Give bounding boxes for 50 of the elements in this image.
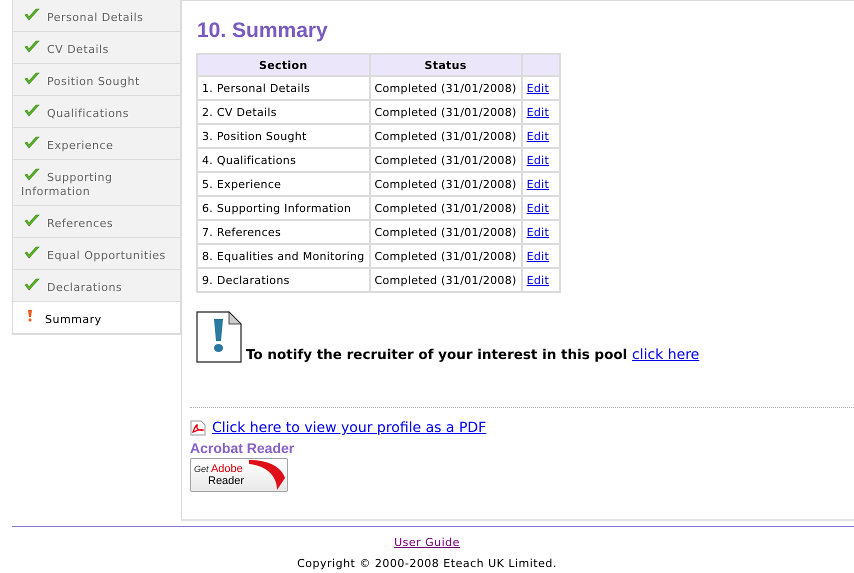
table-cell: 1. Personal Details	[198, 77, 369, 99]
checkmark-icon	[24, 278, 40, 292]
section-heading: Acrobat Reader	[190, 440, 296, 456]
table-cell: 2. CV Details	[198, 101, 369, 123]
checkmark-icon	[24, 168, 40, 182]
table-cell: Completed (31/01/2008)	[370, 101, 521, 123]
checkmark-icon	[24, 72, 40, 86]
notice-text: To notify the recruiter of your interest in this pool click here	[246, 347, 700, 363]
table-cell: 7. References	[198, 221, 369, 243]
exclamation-icon	[27, 310, 33, 322]
sidebar-item[interactable]: Supporting Information	[13, 160, 180, 206]
checkmark-icon	[24, 246, 40, 260]
copyright-text: Copyright © 2000-2008 Eteach UK Limited.	[296, 557, 558, 570]
table-cell: Completed (31/01/2008)	[370, 269, 521, 291]
sidebar-item[interactable]: Personal Details	[13, 0, 180, 32]
sidebar-item[interactable]: Position Sought	[13, 64, 180, 96]
table-cell: 5. Experience	[198, 173, 369, 195]
sidebar-item[interactable]: Summary	[13, 302, 180, 334]
checkmark-icon	[24, 214, 40, 228]
checkmark-icon	[24, 8, 40, 22]
sidebar-item[interactable]: CV Details	[13, 32, 180, 64]
checkmark-icon	[24, 40, 40, 54]
table-cell: Completed (31/01/2008)	[370, 125, 521, 147]
table-cell: Completed (31/01/2008)	[370, 173, 521, 195]
table-cell: 4. Qualifications	[198, 149, 369, 171]
table-cell: Completed (31/01/2008)	[370, 221, 521, 243]
table-cell: 3. Position Sought	[198, 125, 369, 147]
table-cell: 9. Declarations	[198, 269, 369, 291]
table-cell: Completed (31/01/2008)	[370, 77, 521, 99]
table-cell: Completed (31/01/2008)	[370, 197, 521, 219]
column-header: Status	[370, 55, 521, 75]
checkmark-icon	[24, 136, 40, 150]
table-cell: Completed (31/01/2008)	[370, 245, 521, 267]
pdf-link[interactable]: Click here to view your profile as a PDF	[212, 420, 486, 436]
pdf-icon	[190, 420, 206, 436]
sidebar-item[interactable]: References	[13, 206, 180, 238]
column-header: Section	[198, 55, 369, 75]
swoosh-icon	[247, 459, 287, 491]
table-cell: 8. Equalities and Monitoring	[198, 245, 369, 267]
user-guide-link[interactable]: User Guide	[394, 536, 460, 549]
checkmark-icon	[24, 104, 40, 118]
table-cell: Completed (31/01/2008)	[370, 149, 521, 171]
sidebar-item[interactable]: Qualifications	[13, 96, 180, 128]
click-here-link[interactable]: click here	[632, 347, 700, 363]
sidebar-item[interactable]: Experience	[13, 128, 180, 160]
sidebar-item[interactable]: Equal Opportunities	[13, 238, 180, 270]
page-title: 10. Summary	[197, 19, 329, 43]
document-exclamation-icon	[196, 311, 242, 363]
get-adobe-reader-button[interactable]: Get Adobe Reader	[190, 458, 288, 492]
table-cell: 6. Supporting Information	[198, 197, 369, 219]
